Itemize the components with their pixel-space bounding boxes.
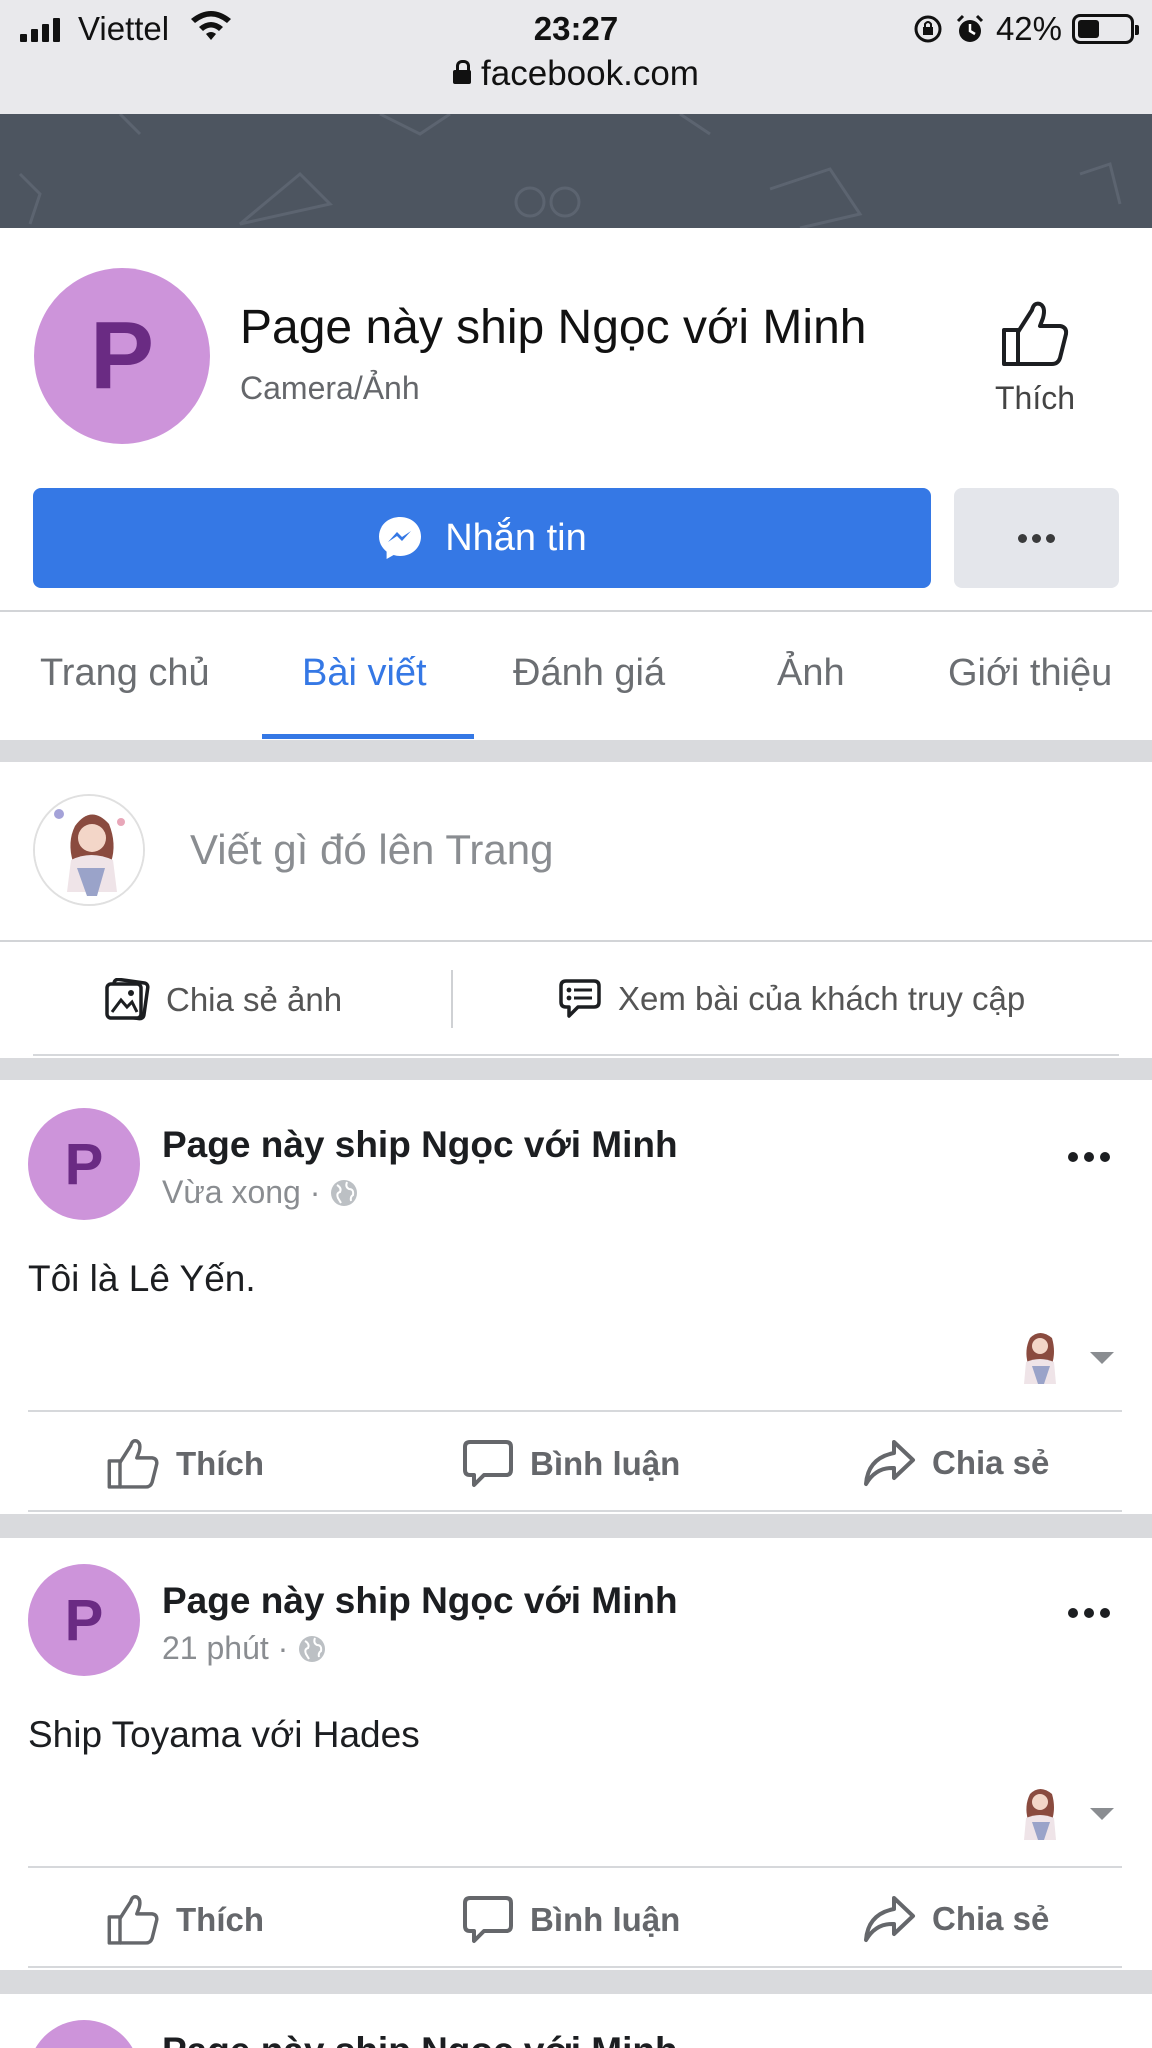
share-icon bbox=[864, 1896, 915, 1942]
share-photo-button[interactable]: Chia sẻ ảnh bbox=[104, 978, 342, 1022]
post-author-avatar[interactable]: P bbox=[28, 1564, 140, 1676]
like-label: Thích bbox=[176, 1901, 264, 1938]
anime-avatar-image bbox=[35, 796, 143, 904]
divider bbox=[28, 1966, 1122, 1968]
section-separator bbox=[0, 1514, 1152, 1538]
post-text: Ship Toyama với Hades bbox=[28, 1714, 420, 1755]
active-tab-indicator bbox=[262, 734, 474, 739]
status-bar: Viettel 23:27 42% facebook.com bbox=[0, 0, 1152, 114]
share-button[interactable]: Chia sẻ bbox=[862, 1894, 1049, 1944]
user-avatar[interactable] bbox=[33, 794, 145, 906]
post-author-avatar[interactable]: P bbox=[28, 1108, 140, 1220]
tab-reviews[interactable]: Đánh giá bbox=[513, 652, 665, 695]
divider bbox=[33, 1054, 1119, 1056]
post-author-avatar[interactable]: P bbox=[28, 2020, 140, 2048]
post-card: P Page này ship Ngọc với Minh Vừa xong ·… bbox=[0, 1080, 1152, 1512]
thumbs-up-icon bbox=[107, 1895, 159, 1945]
page-category[interactable]: Camera/Ảnh bbox=[240, 370, 420, 407]
message-button-label: Nhắn tin bbox=[445, 516, 587, 559]
post-time[interactable]: 21 phút · bbox=[162, 1630, 288, 1667]
page-title: Page này ship Ngọc với Minh bbox=[240, 301, 867, 354]
post-author-name[interactable]: Page này ship Ngọc với Minh bbox=[162, 1580, 678, 1622]
page-more-button[interactable] bbox=[954, 488, 1119, 588]
post-text: Tôi là Lê Yến. bbox=[28, 1258, 256, 1299]
thumbs-up-icon bbox=[1002, 301, 1069, 366]
cover-photo[interactable] bbox=[0, 114, 1152, 228]
thumbs-up-icon bbox=[107, 1439, 159, 1489]
reactor-avatar[interactable] bbox=[1018, 1328, 1062, 1384]
comment-label: Bình luận bbox=[530, 1901, 681, 1938]
post-time[interactable]: Vừa xong · bbox=[162, 1174, 320, 1211]
url-text: facebook.com bbox=[481, 54, 699, 93]
photo-icon bbox=[105, 978, 150, 1021]
visitor-posts-icon bbox=[559, 979, 601, 1018]
page-like-label: Thích bbox=[994, 380, 1076, 416]
tab-photos[interactable]: Ảnh bbox=[777, 652, 845, 695]
composer-actions: Chia sẻ ảnh Xem bài của khách truy cập bbox=[0, 942, 1152, 1058]
globe-icon bbox=[331, 1179, 358, 1206]
share-label: Chia sẻ bbox=[932, 1900, 1050, 1937]
audience-dropdown-icon[interactable] bbox=[1090, 1352, 1114, 1364]
like-button[interactable]: Thích bbox=[106, 1894, 264, 1946]
post-author-name[interactable]: Page này ship Ngọc với Minh bbox=[162, 1124, 678, 1166]
comment-icon bbox=[463, 1896, 513, 1943]
comment-button[interactable]: Bình luận bbox=[462, 1438, 680, 1490]
post-options-button[interactable] bbox=[1068, 1608, 1110, 1618]
comment-button[interactable]: Bình luận bbox=[462, 1894, 680, 1946]
like-button[interactable]: Thích bbox=[106, 1438, 264, 1490]
tab-posts[interactable]: Bài viết bbox=[302, 652, 427, 695]
reactor-avatar[interactable] bbox=[1018, 1784, 1062, 1840]
post-author-name[interactable]: Page này ship Ngọc với Minh bbox=[162, 2030, 678, 2048]
page-tabs: Trang chủ Bài viết Đánh giá Ảnh Giới thi… bbox=[0, 612, 1152, 740]
section-separator bbox=[0, 1970, 1152, 1994]
tab-home[interactable]: Trang chủ bbox=[40, 652, 210, 695]
message-button[interactable]: Nhắn tin bbox=[33, 488, 931, 588]
section-separator bbox=[0, 740, 1152, 762]
comment-icon bbox=[463, 1440, 513, 1487]
rotation-lock-icon bbox=[914, 15, 942, 43]
battery-icon bbox=[1072, 14, 1139, 44]
share-label: Chia sẻ bbox=[932, 1444, 1050, 1481]
like-label: Thích bbox=[176, 1445, 264, 1482]
messenger-icon bbox=[379, 517, 422, 559]
alarm-icon bbox=[956, 14, 983, 42]
post-card: P Page này ship Ngọc với Minh 21 phút · … bbox=[0, 1536, 1152, 1968]
post-card: P Page này ship Ngọc với Minh bbox=[0, 1994, 1152, 2048]
page-avatar[interactable]: P bbox=[34, 268, 210, 444]
share-icon bbox=[864, 1440, 915, 1486]
audience-dropdown-icon[interactable] bbox=[1090, 1808, 1114, 1820]
divider bbox=[451, 970, 453, 1028]
tab-about[interactable]: Giới thiệu bbox=[948, 652, 1112, 695]
divider bbox=[28, 1510, 1122, 1512]
battery-percent: 42% bbox=[995, 10, 1062, 47]
share-photo-label: Chia sẻ ảnh bbox=[166, 981, 343, 1018]
post-meta: Vừa xong · bbox=[162, 1174, 358, 1211]
share-button[interactable]: Chia sẻ bbox=[862, 1438, 1049, 1488]
lock-icon bbox=[453, 60, 472, 84]
divider bbox=[28, 1866, 1122, 1868]
post-meta: 21 phút · bbox=[162, 1630, 326, 1667]
cover-pattern bbox=[18, 114, 1122, 228]
page-like-button[interactable]: Thích bbox=[980, 300, 1090, 417]
comment-label: Bình luận bbox=[530, 1445, 681, 1482]
divider bbox=[28, 1410, 1122, 1412]
globe-icon bbox=[299, 1635, 326, 1662]
composer-input[interactable]: Viết gì đó lên Trang bbox=[190, 826, 553, 874]
section-separator bbox=[0, 1058, 1152, 1080]
visitor-posts-label: Xem bài của khách truy cập bbox=[618, 980, 1026, 1017]
post-options-button[interactable] bbox=[1068, 1152, 1110, 1162]
address-bar[interactable]: facebook.com bbox=[0, 54, 1152, 94]
visitor-posts-button[interactable]: Xem bài của khách truy cập bbox=[558, 978, 1025, 1020]
